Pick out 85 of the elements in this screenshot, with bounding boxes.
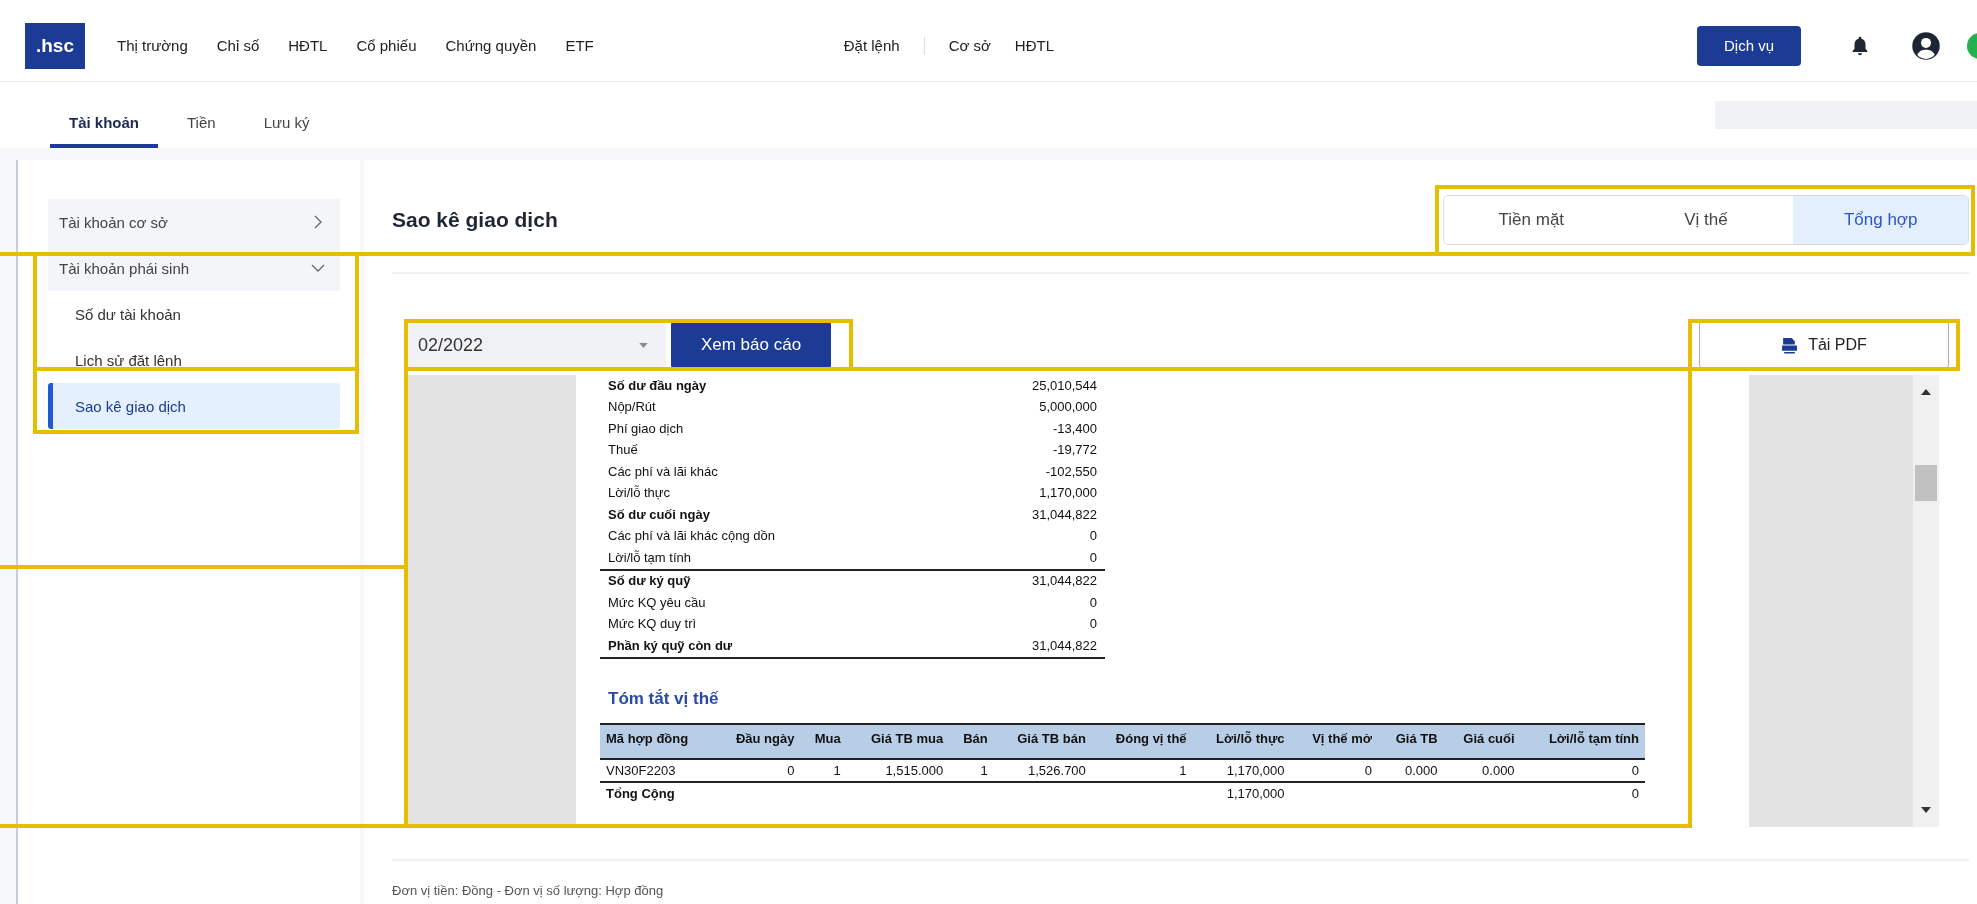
table-cell: 0 xyxy=(714,758,801,782)
column-header: Mã hợp đồng xyxy=(600,723,715,759)
logo[interactable]: .hsc xyxy=(25,22,85,69)
scroll-thumb[interactable] xyxy=(1915,465,1937,501)
total-cell: 0 xyxy=(1631,785,1639,801)
summary-value: 0 xyxy=(1088,593,1098,612)
summary-label: Các phí và lãi khác cộng dồn xyxy=(607,527,776,546)
sidebar-item[interactable]: Lịch sử đặt lệnh xyxy=(48,337,340,383)
total-cell: 1,170,000 xyxy=(1226,785,1285,801)
summary-value: -13,400 xyxy=(1051,419,1098,438)
section-heading: Tóm tắt vị thế xyxy=(608,688,720,709)
summary-value: 0 xyxy=(1088,615,1098,634)
summary-value: 0 xyxy=(1088,527,1098,546)
table-cell: 1,170,000 xyxy=(1192,758,1291,782)
summary-label: Thuế xyxy=(607,441,639,460)
nav-link[interactable]: Đặt lệnh xyxy=(843,37,900,54)
sidebar-group[interactable]: Tài khoản cơ sở xyxy=(48,199,340,245)
page-title: Sao kê giao dịch xyxy=(392,208,558,232)
footer-note: Đơn vị tiền: Đồng - Đơn vị số lượng: Hợp đồng xyxy=(392,883,664,898)
sidebar-group[interactable]: Tài khoản phái sinh xyxy=(48,245,340,291)
table-cell: 0 xyxy=(1290,758,1378,782)
scroll-up-icon[interactable] xyxy=(1921,389,1931,395)
summary-label: Nộp/Rút xyxy=(607,398,657,417)
column-header: Đóng vị thế xyxy=(1091,723,1193,759)
summary-value: 25,010,544 xyxy=(1030,376,1098,395)
summary-label: Các phí và lãi khác xyxy=(607,462,719,481)
file-icon xyxy=(1781,336,1799,354)
nav-link[interactable]: ETF xyxy=(565,37,594,54)
nav-link[interactable]: HĐTL xyxy=(1014,37,1054,54)
table-cell: 0 xyxy=(1520,758,1645,782)
column-header: Mua xyxy=(800,723,847,759)
table-cell: 0.000 xyxy=(1377,758,1444,782)
service-button[interactable]: Dịch vụ xyxy=(1697,25,1801,66)
column-header: Giá TB xyxy=(1377,723,1444,759)
caret-down-icon xyxy=(639,342,648,348)
sidebar-item[interactable]: Số dư tài khoản xyxy=(48,291,340,337)
summary-value: -102,550 xyxy=(1044,462,1098,481)
summary-value: 31,044,822 xyxy=(949,569,1105,592)
table-cell: 0.000 xyxy=(1443,758,1521,782)
table-cell: 1 xyxy=(800,758,847,782)
user-avatar-icon[interactable] xyxy=(1911,30,1941,61)
summary-label: Mức KQ yêu cầu xyxy=(607,593,707,612)
table-cell: 1 xyxy=(949,758,994,782)
summary-value: -19,772 xyxy=(1051,441,1098,460)
column-header: Đầu ngày xyxy=(714,723,801,759)
summary-value: 31,044,822 xyxy=(1030,505,1098,524)
column-header: Vị thế mở xyxy=(1290,723,1378,759)
column-header: Giá TB bán xyxy=(993,723,1092,759)
nav-link[interactable]: Cơ sở xyxy=(948,37,991,54)
scrollbar[interactable] xyxy=(1913,375,1939,827)
summary-label: Số dư cuối ngày xyxy=(607,505,711,524)
table-cell: 1 xyxy=(1091,758,1193,782)
nav-link[interactable]: Chỉ số xyxy=(216,37,260,54)
account-tab[interactable]: Lưu ký xyxy=(244,82,329,148)
nav-link[interactable]: Thị trường xyxy=(117,37,188,54)
total-label: Tổng Cộng xyxy=(606,785,675,801)
view-tab[interactable]: Tổng hợp xyxy=(1793,196,1968,244)
summary-label: Số dư đầu ngày xyxy=(607,376,708,395)
summary-value: 31,044,822 xyxy=(949,635,1105,658)
summary-value: 5,000,000 xyxy=(1038,398,1098,417)
column-header: Lời/lỗ tạm tính xyxy=(1520,723,1645,759)
summary-label: Số dư ký quỹ xyxy=(600,569,950,592)
summary-label: Phí giao dịch xyxy=(607,419,685,438)
summary-value: 0 xyxy=(949,547,1105,570)
scroll-down-icon[interactable] xyxy=(1921,807,1931,813)
table-cell: 1,526.700 xyxy=(993,758,1092,782)
download-pdf-button[interactable]: Tải PDF xyxy=(1699,321,1949,369)
summary-label: Lời/lỗ thực xyxy=(607,484,672,503)
summary-label: Phần ký quỹ còn dư xyxy=(600,635,950,658)
column-header: Giá TB mua xyxy=(846,723,950,759)
column-header: Giá cuối xyxy=(1443,723,1521,759)
summary-label: Mức KQ duy trì xyxy=(607,615,698,634)
column-header: Bán xyxy=(949,723,994,759)
table-cell: VN30F2203 xyxy=(600,758,715,782)
summary-value: 1,170,000 xyxy=(1038,484,1098,503)
column-header: Lời/lỗ thực xyxy=(1192,723,1291,759)
sidebar-item[interactable]: Sao kê giao dịch xyxy=(48,383,340,429)
view-report-button[interactable]: Xem báo cáo xyxy=(671,321,831,369)
account-tab[interactable]: Tài khoản xyxy=(50,82,158,148)
summary-label: Lời/lỗ tạm tính xyxy=(600,547,950,570)
nav-link[interactable]: Chứng quyền xyxy=(445,37,537,54)
account-tab[interactable]: Tiền xyxy=(168,82,235,148)
table-cell: 1,515.000 xyxy=(846,758,950,782)
nav-link[interactable]: HĐTL xyxy=(288,37,328,54)
nav-link[interactable]: Cổ phiếu xyxy=(356,37,417,54)
